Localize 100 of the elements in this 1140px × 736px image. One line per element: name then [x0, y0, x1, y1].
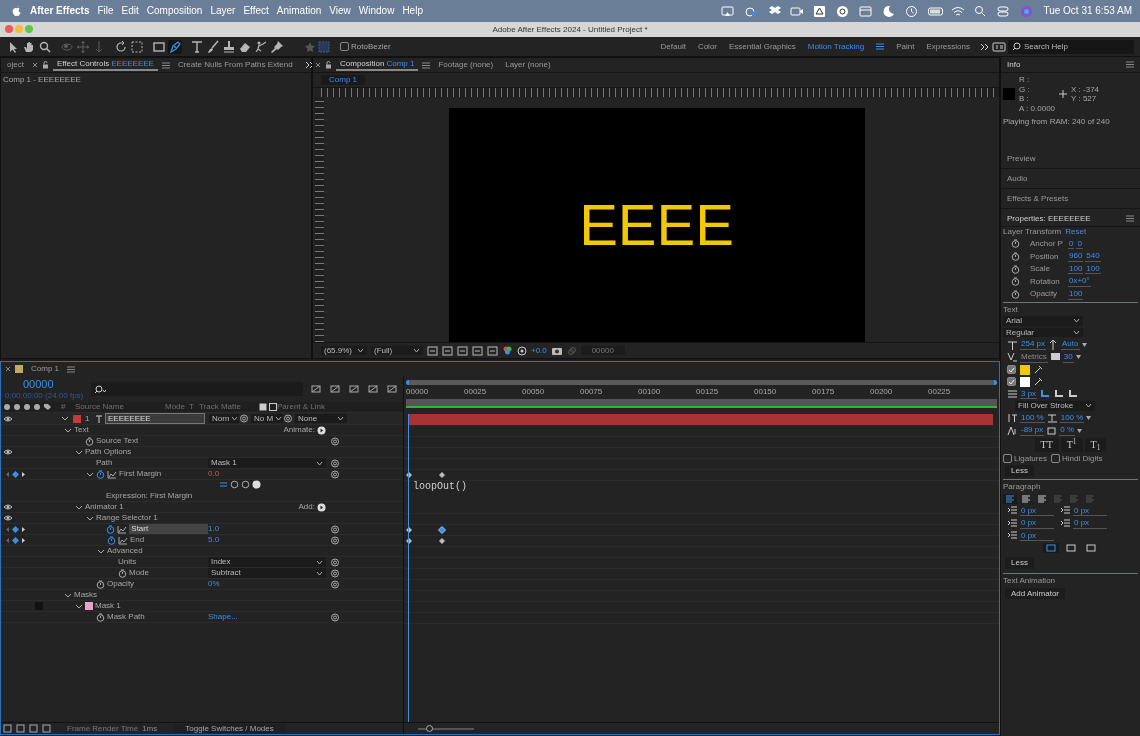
pickwhip-icon[interactable] [330, 612, 340, 622]
menubar-clock[interactable]: Tue Oct 31 6:53 AM [1043, 5, 1132, 17]
line-join-icon[interactable] [1067, 389, 1080, 399]
less-button[interactable]: Less [1005, 557, 1034, 570]
stopwatch-icon[interactable] [1011, 251, 1020, 261]
indent-icon[interactable] [1060, 505, 1071, 516]
indent-field[interactable]: 0 px [1020, 530, 1054, 542]
pickwhip-icon[interactable] [330, 436, 340, 446]
transform-value[interactable]: 540 [1085, 251, 1101, 262]
stopwatch-icon[interactable] [118, 568, 127, 578]
line-join-icon[interactable] [1053, 389, 1066, 399]
puppet-icon[interactable] [254, 39, 268, 54]
workspace-tab[interactable]: Default [660, 41, 686, 52]
indent-icon[interactable] [1060, 518, 1071, 529]
menu-icon[interactable] [1126, 61, 1134, 68]
rotobezier-checkbox[interactable]: RotoBezier [340, 41, 391, 52]
search-help-field[interactable]: Search Help [1008, 39, 1134, 54]
column-header[interactable]: Parent & Link [277, 402, 337, 412]
indent-icon[interactable] [1007, 531, 1018, 542]
line-join-icon[interactable] [1039, 389, 1052, 399]
panel-icon[interactable] [992, 41, 1006, 52]
property-dropdown[interactable]: Index [208, 557, 326, 567]
video-camera-icon[interactable] [790, 4, 806, 18]
stroke-order-dropdown[interactable]: Fill Over Stroke [1015, 401, 1095, 411]
property-dropdown[interactable]: Mask 1 [208, 458, 326, 468]
menu-item[interactable]: Animation [276, 5, 322, 17]
keyframe-marker[interactable] [438, 471, 446, 479]
apple-logo-icon[interactable] [12, 5, 22, 17]
zoom-dropdown[interactable]: (65.9%) [321, 345, 367, 356]
collapsed-panel-title[interactable]: Effects & Presets [1007, 193, 1069, 204]
tsume-field[interactable]: 0 % [1059, 425, 1076, 436]
expression-code[interactable]: loopOut() [413, 481, 467, 492]
close-icon[interactable] [5, 366, 11, 372]
caret-icon[interactable] [1075, 355, 1081, 360]
stopwatch-icon[interactable] [106, 524, 116, 534]
stamp-icon[interactable] [222, 39, 236, 54]
transform-value[interactable]: 100 [1068, 288, 1084, 300]
exposure-value[interactable]: +0.0 [531, 345, 547, 356]
caret-icon[interactable] [1081, 342, 1087, 347]
twirl-icon[interactable] [61, 415, 69, 422]
workspace-tab[interactable]: Expressions [926, 41, 970, 52]
menu-icon[interactable] [1126, 214, 1134, 222]
property-name[interactable]: Source Text [96, 436, 139, 446]
transform-value[interactable]: 960 [1068, 251, 1084, 262]
next-keyframe-icon[interactable] [21, 470, 26, 478]
horizontal-scale-field[interactable]: 100 % [1059, 412, 1085, 424]
stopwatch-icon[interactable] [96, 579, 105, 589]
panel-tab[interactable]: Effect Controls EEEEEEEE [52, 59, 158, 71]
stroke-checkbox[interactable] [1007, 377, 1016, 386]
menu-icon[interactable] [161, 61, 170, 69]
reset-link[interactable]: Reset [1065, 226, 1087, 237]
menu-item[interactable]: Help [402, 5, 423, 17]
stopwatch-icon[interactable] [1011, 264, 1020, 274]
fill-checkbox[interactable] [1007, 365, 1016, 374]
property-name[interactable]: Units [118, 557, 137, 567]
property-name[interactable]: First Margin [119, 469, 162, 479]
workspace-tab[interactable]: Essential Graphics [729, 41, 796, 52]
menu-icon[interactable] [876, 43, 885, 50]
property-name[interactable]: Path Options [85, 447, 132, 457]
column-header[interactable]: Mode [165, 402, 189, 412]
keyframe-marker[interactable] [438, 526, 446, 534]
label-tag-icon[interactable] [43, 403, 52, 411]
pickwhip-icon[interactable] [241, 480, 250, 489]
indent-field[interactable]: 0 px [1073, 518, 1107, 529]
pickwhip-icon[interactable] [239, 414, 249, 423]
zoom-icon[interactable] [38, 39, 52, 54]
baseline-shift-icon[interactable] [1007, 425, 1018, 436]
property-name[interactable]: Masks [74, 590, 98, 600]
collapsed-panel-title[interactable]: Preview [1007, 153, 1036, 164]
layer-search-field[interactable] [91, 382, 304, 396]
toggle-switches-modes[interactable]: Toggle Switches / Modes [173, 723, 286, 734]
star-icon[interactable] [304, 40, 316, 53]
close-icon[interactable] [31, 62, 38, 68]
exposure-icon[interactable] [517, 345, 527, 356]
panel-tab[interactable]: Layer (none) [501, 60, 555, 70]
column-header[interactable]: T [189, 402, 199, 412]
baseline-shift-field[interactable]: -89 px [1020, 425, 1045, 436]
indent-icon[interactable] [1007, 518, 1018, 529]
mask-color-swatch[interactable] [35, 602, 43, 610]
add-animator-button[interactable]: Add Animator [1005, 587, 1066, 600]
pin-icon[interactable] [270, 39, 284, 54]
option-checkbox[interactable]: Hindi Digits [1050, 453, 1103, 464]
property-name[interactable]: Animator 1 [85, 502, 124, 512]
font-size-field[interactable]: 254 px [1020, 339, 1047, 350]
track-matte-dropdown[interactable]: No M [251, 413, 283, 424]
column-header[interactable]: Source Name [75, 402, 165, 412]
caps-button[interactable]: TT [1034, 437, 1059, 452]
property-name[interactable]: Advanced [107, 546, 143, 556]
transform-value[interactable]: 0 [1068, 238, 1075, 250]
twirl-icon[interactable] [75, 503, 83, 511]
eyedropper-icon[interactable] [1034, 377, 1043, 386]
menu-item[interactable]: Effect [243, 5, 269, 17]
timecode-field[interactable]: 00000 [580, 345, 625, 356]
text-direction-icon[interactable] [1042, 543, 1059, 554]
column-header[interactable]: # [61, 402, 75, 412]
menu-icon[interactable] [422, 61, 431, 69]
property-dropdown[interactable]: Subtract [208, 568, 326, 578]
menu-item[interactable]: Edit [121, 5, 139, 17]
stroke-color-swatch[interactable] [1020, 376, 1030, 387]
property-name[interactable]: Mask Path [107, 612, 145, 622]
